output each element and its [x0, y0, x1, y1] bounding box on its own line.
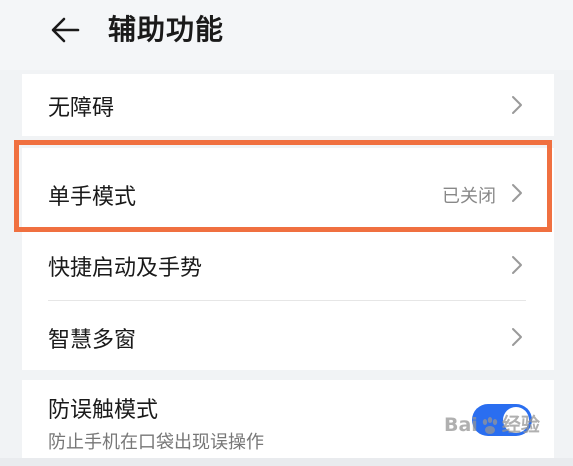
arrow-left-icon[interactable]: [48, 12, 84, 48]
header-bar: 辅助功能: [0, 0, 573, 70]
chevron-right-icon: [512, 256, 522, 274]
settings-item-description: 防止手机在口袋出现误操作: [48, 432, 264, 453]
settings-item-multi-window[interactable]: 智慧多窗: [22, 302, 554, 370]
chevron-right-icon: [512, 184, 522, 202]
settings-item-status: 已关闭: [442, 186, 496, 207]
divider: [48, 300, 526, 301]
settings-card-accessibility: 无障碍: [22, 74, 554, 136]
settings-item-label: 无障碍: [48, 96, 115, 121]
settings-item-label: 智慧多窗: [48, 328, 137, 353]
settings-item-shortcuts-gestures[interactable]: 快捷启动及手势: [22, 232, 554, 298]
settings-item-label: 防误触模式: [48, 398, 159, 423]
toggle-knob: [503, 407, 529, 433]
chevron-right-icon: [512, 96, 522, 114]
settings-item-label: 快捷启动及手势: [48, 256, 203, 281]
settings-card-main: 单手模式 已关闭 快捷启动及手势 智慧多窗: [22, 148, 554, 370]
bottom-strip: [0, 458, 573, 466]
chevron-right-icon: [512, 328, 522, 346]
pocket-mode-toggle[interactable]: [472, 404, 532, 436]
page-title: 辅助功能: [108, 13, 225, 46]
settings-item-label: 单手模式: [48, 185, 137, 210]
settings-item-accessibility[interactable]: 无障碍: [22, 74, 554, 136]
settings-item-one-hand-mode[interactable]: 单手模式 已关闭: [22, 148, 554, 224]
